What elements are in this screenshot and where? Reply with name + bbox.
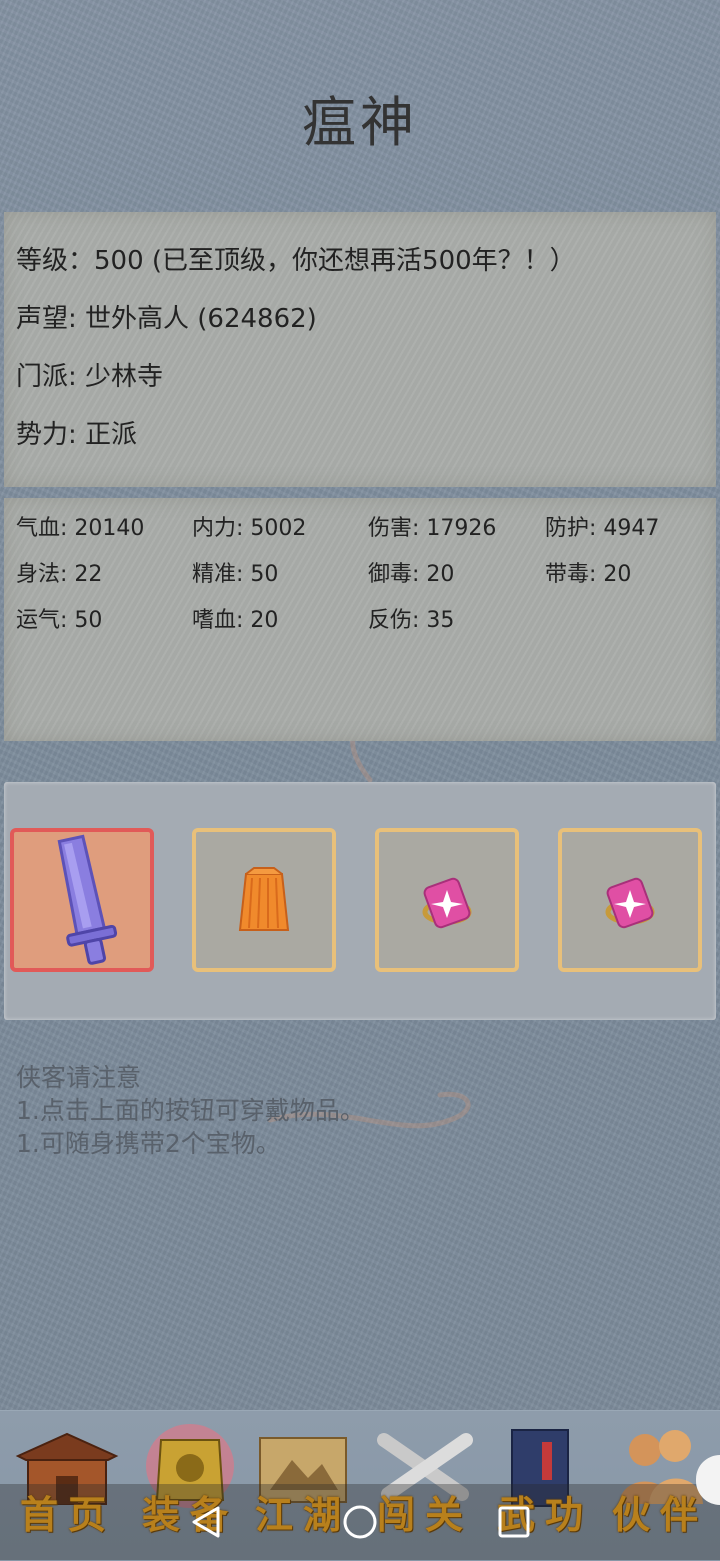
level-text: 等级：500 (已至顶级，你还想再活500年？！）	[16, 246, 576, 276]
treasure-icon	[605, 877, 655, 929]
equip-slot-armor[interactable]	[192, 828, 336, 972]
stat-luck: 运气: 50	[16, 608, 103, 633]
faction-text: 势力: 正派	[16, 420, 138, 450]
stat-accuracy: 精准: 50	[192, 562, 279, 587]
notice-heading: 侠客请注意	[16, 1063, 142, 1092]
robe-icon	[238, 867, 290, 931]
stat-reflect: 反伤: 35	[368, 608, 455, 633]
stat-lifesteal: 嗜血: 20	[192, 608, 279, 633]
notice-line-2: 1.可随身携带2个宝物。	[16, 1129, 281, 1158]
stat-agility: 身法: 22	[16, 562, 103, 587]
equip-slot-treasure-2[interactable]	[558, 828, 702, 972]
equip-slot-treasure-1[interactable]	[375, 828, 519, 972]
notice-line-1: 1.点击上面的按钮可穿戴物品。	[16, 1096, 365, 1125]
stat-poison: 带毒: 20	[545, 562, 632, 587]
home-circle-icon[interactable]	[340, 1502, 380, 1542]
page-title: 瘟神	[302, 91, 418, 154]
stat-damage: 伤害: 17926	[368, 516, 497, 541]
stat-poison-resist: 御毒: 20	[368, 562, 455, 587]
nav-label-home[interactable]: 首页	[8, 1484, 128, 1539]
stat-defense: 防护: 4947	[545, 516, 660, 541]
sect-text: 门派: 少林寺	[16, 362, 164, 392]
stats-panel: 气血: 20140 内力: 5002 伤害: 17926 防护: 4947 身法…	[4, 498, 716, 741]
profile-panel: 等级：500 (已至顶级，你还想再活500年？！） 声望: 世外高人 (6248…	[4, 212, 716, 487]
back-icon[interactable]	[186, 1502, 226, 1542]
fame-text: 声望: 世外高人 (624862)	[16, 304, 317, 334]
nav-label-challenge[interactable]: 闯关	[365, 1484, 485, 1539]
stat-internal-power: 内力: 5002	[192, 516, 307, 541]
stat-hp: 气血: 20140	[16, 516, 145, 541]
treasure-icon	[422, 877, 472, 929]
equip-slot-weapon[interactable]	[10, 828, 154, 972]
recents-icon[interactable]	[494, 1502, 534, 1542]
sword-icon	[57, 834, 118, 965]
